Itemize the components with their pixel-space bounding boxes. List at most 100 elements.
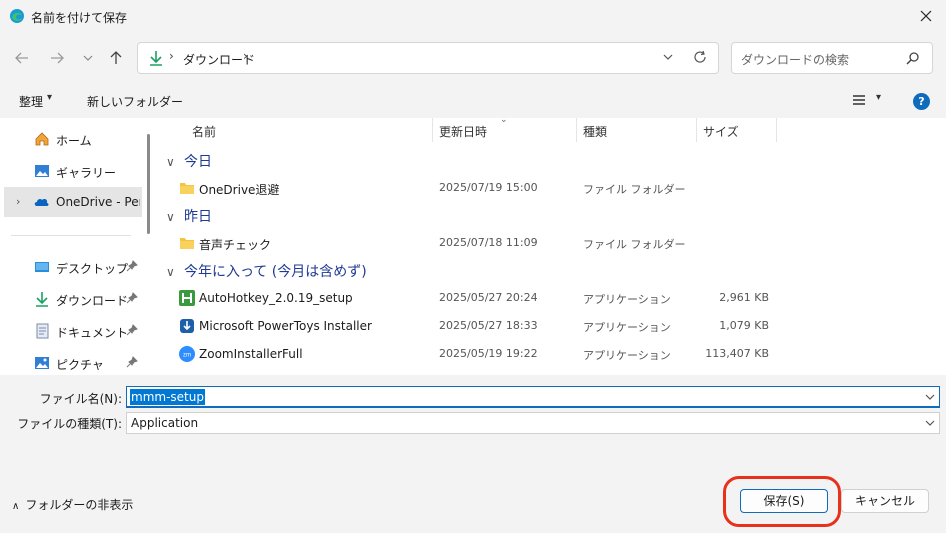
pin-icon[interactable] — [126, 356, 138, 368]
save-button[interactable]: 保存(S) — [740, 489, 828, 513]
column-header-modified[interactable]: 更新日時 — [439, 123, 487, 147]
organize-button[interactable]: 整理 — [19, 93, 43, 110]
nav-item-home[interactable]: ホーム — [0, 124, 142, 154]
file-row[interactable]: 音声チェック 2025/07/18 11:09 ファイル フォルダー — [158, 229, 946, 257]
search-placeholder: ダウンロードの検索 — [741, 53, 850, 67]
nav-item-documents[interactable]: ドキュメント — [0, 316, 142, 346]
file-type: ファイル フォルダー — [583, 238, 686, 251]
filetype-label: ファイルの種類(T): — [17, 417, 122, 431]
group-label: 今日 — [184, 154, 212, 170]
column-divider[interactable] — [432, 118, 433, 142]
file-modified: 2025/07/18 11:09 — [439, 236, 538, 249]
pictures-icon — [35, 357, 49, 369]
onedrive-icon — [34, 198, 49, 206]
address-bar[interactable]: › ダウンロード › — [137, 42, 719, 74]
search-icon[interactable] — [906, 51, 920, 65]
command-bar: 整理 ▾ 新しいフォルダー ▾ ? — [0, 84, 946, 118]
back-button[interactable] — [10, 46, 34, 70]
back-arrow-icon — [15, 52, 28, 64]
download-icon — [36, 292, 48, 307]
filename-value[interactable]: mmm-setup — [130, 389, 205, 405]
column-header-size[interactable]: サイズ — [703, 123, 739, 147]
zoom-icon: zm — [179, 346, 195, 362]
file-name: AutoHotkey_2.0.19_setup — [199, 291, 353, 305]
file-row[interactable]: AutoHotkey_2.0.19_setup 2025/05/27 20:24… — [158, 284, 946, 312]
desktop-icon — [35, 262, 49, 272]
file-type: ファイル フォルダー — [583, 183, 686, 196]
file-modified: 2025/05/19 19:22 — [439, 347, 538, 360]
navigation-bar: › ダウンロード › ダウンロードの検索 — [0, 32, 946, 84]
group-header-today[interactable]: ∨ 今日 — [166, 151, 212, 175]
nav-item-pictures[interactable]: ピクチャ — [0, 348, 142, 378]
title-bar: 名前を付けて保存 — [0, 0, 946, 32]
nav-item-label: ギャラリー — [56, 166, 117, 180]
up-arrow-icon — [110, 51, 122, 64]
nav-item-downloads[interactable]: ダウンロード — [0, 284, 142, 314]
file-modified: 2025/05/27 18:33 — [439, 319, 538, 332]
column-divider[interactable] — [776, 118, 777, 142]
file-modified: 2025/07/19 15:00 — [439, 181, 538, 194]
file-row[interactable]: OneDrive退避 2025/07/19 15:00 ファイル フォルダー — [158, 174, 946, 202]
file-type: アプリケーション — [583, 293, 671, 306]
chevron-right-icon[interactable]: › — [16, 195, 20, 208]
cancel-button[interactable]: キャンセル — [841, 489, 929, 513]
search-box[interactable]: ダウンロードの検索 — [731, 42, 933, 74]
filetype-select[interactable]: Application — [126, 412, 940, 434]
chevron-down-icon[interactable] — [924, 391, 936, 403]
pin-icon[interactable] — [126, 260, 138, 272]
breadcrumb-separator[interactable]: › — [243, 49, 248, 63]
chevron-down-icon[interactable] — [662, 51, 674, 63]
refresh-icon[interactable] — [693, 50, 707, 64]
nav-item-desktop[interactable]: デスクトップ — [0, 252, 142, 282]
chevron-down-icon[interactable]: ∨ — [166, 210, 184, 224]
sort-caret-icon: ⌄ — [500, 118, 508, 125]
column-divider[interactable] — [696, 118, 697, 142]
file-name: Microsoft PowerToys Installer — [199, 319, 372, 333]
caret-down-icon[interactable]: ▾ — [876, 92, 881, 103]
nav-scrollbar[interactable] — [147, 134, 150, 234]
chevron-down-icon[interactable] — [924, 417, 936, 429]
up-button[interactable] — [104, 46, 128, 70]
chevron-down-icon[interactable]: ∨ — [166, 155, 184, 169]
filename-input[interactable]: mmm-setup — [126, 386, 940, 408]
group-label: 今年に入って (今月は含めず) — [184, 264, 367, 280]
column-header-name[interactable]: 名前 — [192, 123, 216, 147]
help-button[interactable]: ? — [913, 93, 930, 110]
pin-icon[interactable] — [126, 324, 138, 336]
nav-item-onedrive[interactable]: › OneDrive - Personal — [4, 187, 142, 217]
file-type: アプリケーション — [583, 321, 671, 334]
group-header-this-year[interactable]: ∨ 今年に入って (今月は含めず) — [166, 261, 367, 285]
file-name: ZoomInstallerFull — [199, 347, 303, 361]
view-options-icon[interactable] — [852, 94, 866, 106]
breadcrumb-separator: › — [169, 49, 174, 63]
nav-divider — [11, 235, 131, 236]
file-name: OneDrive退避 — [199, 183, 280, 197]
forward-button[interactable] — [45, 46, 69, 70]
chevron-down-icon[interactable]: ∨ — [166, 265, 184, 279]
column-header-type[interactable]: 種類 — [583, 123, 607, 147]
nav-item-label: ホーム — [56, 134, 92, 148]
group-header-yesterday[interactable]: ∨ 昨日 — [166, 206, 212, 230]
file-row[interactable]: zm ZoomInstallerFull 2025/05/19 19:22 アプ… — [158, 340, 946, 368]
hide-folders-toggle[interactable]: ∧ フォルダーの非表示 — [12, 496, 133, 513]
filename-label: ファイル名(N): — [39, 392, 122, 406]
nav-item-gallery[interactable]: ギャラリー — [0, 156, 142, 186]
file-name: 音声チェック — [199, 238, 272, 252]
file-row[interactable]: Microsoft PowerToys Installer 2025/05/27… — [158, 312, 946, 340]
close-button[interactable] — [906, 0, 946, 32]
caret-down-icon[interactable]: ▾ — [47, 92, 52, 103]
column-divider[interactable] — [576, 118, 577, 142]
file-list: 名前 ⌄ 更新日時 種類 サイズ ∨ 今日 OneDrive退避 2025/07/… — [158, 118, 946, 375]
chevron-down-icon — [83, 55, 93, 61]
documents-icon — [36, 323, 49, 339]
file-type: アプリケーション — [583, 349, 671, 362]
navigation-pane: ホーム ギャラリー › OneDrive - Personal デスクトップ ダ… — [0, 118, 158, 375]
chevron-up-icon: ∧ — [12, 501, 20, 512]
file-size: 2,961 KB — [719, 291, 769, 304]
download-icon — [150, 51, 162, 66]
gallery-icon — [35, 165, 49, 177]
recent-locations-button[interactable] — [76, 46, 100, 70]
pin-icon[interactable] — [126, 292, 138, 304]
folder-icon — [180, 183, 194, 194]
new-folder-button[interactable]: 新しいフォルダー — [87, 93, 183, 110]
